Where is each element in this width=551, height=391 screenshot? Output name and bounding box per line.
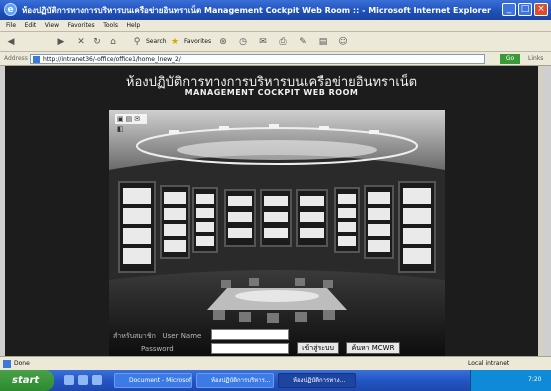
search-icon[interactable]: ⚲	[130, 35, 144, 49]
menu-edit[interactable]: Edit	[25, 20, 37, 32]
menu-bar: File Edit View Favorites Tools Help	[0, 20, 551, 32]
quicklaunch-ie-icon[interactable]	[64, 375, 74, 385]
page-done-icon	[3, 360, 11, 368]
cockpit-room-photo: ▣▤✉◧	[109, 110, 445, 358]
close-button[interactable]: ×	[534, 3, 548, 16]
refresh-icon[interactable]: ↻	[90, 35, 104, 49]
taskbar-item-document[interactable]: Document - Microsof...	[114, 373, 192, 388]
menu-favorites[interactable]: Favorites	[68, 20, 95, 32]
print-icon[interactable]: ⎙	[276, 35, 290, 49]
password-input[interactable]	[211, 343, 289, 354]
member-user-label: สำหรับสมาชิก User Name	[113, 332, 202, 340]
stop-icon[interactable]: ✕	[74, 35, 88, 49]
image-toolbar[interactable]: ▣▤✉◧	[115, 114, 147, 133]
home-icon[interactable]: ⌂	[106, 35, 120, 49]
mail-icon[interactable]: ✉	[256, 35, 270, 49]
menu-view[interactable]: View	[45, 20, 59, 32]
security-zone: Local intranet	[468, 360, 510, 367]
minimize-button[interactable]: _	[502, 3, 516, 16]
edit-icon[interactable]: ✎	[296, 35, 310, 49]
menu-help[interactable]: Help	[127, 20, 141, 32]
media-icon[interactable]: ⊛	[216, 35, 230, 49]
search-label[interactable]: Search	[146, 38, 167, 45]
address-input[interactable]: http://intranet36/-office/office1/home_l…	[30, 54, 485, 64]
favorites-label[interactable]: Favorites	[184, 38, 211, 45]
quicklaunch-media-icon[interactable]	[92, 375, 102, 385]
page-content: ห้องปฏิบัติการทางการบริหารบนเครือข่ายอิน…	[5, 66, 544, 358]
menu-file[interactable]: File	[6, 20, 16, 32]
browser-toolbar: ◀ ▶ ✕ ↻ ⌂ ⚲ Search ★ Favorites ⊛ ◷ ✉ ⎙ ✎…	[0, 32, 551, 52]
vertical-scrollbar[interactable]	[538, 66, 544, 356]
start-button[interactable]: start	[0, 370, 54, 391]
window-title: ห้องปฏิบัติการทางการบริหารบนเครือข่ายอิน…	[22, 6, 491, 15]
forward-icon[interactable]: ▶	[54, 35, 68, 49]
status-text: Done	[14, 360, 30, 367]
search-mcwr-button[interactable]: ค้นหา MCWR	[346, 342, 400, 354]
taskbar: start Document - Microsof... ห้องปฏิบัติ…	[0, 370, 551, 391]
window-title-bar[interactable]: e ห้องปฏิบัติการทางการบริหารบนเครือข่ายอ…	[0, 0, 551, 20]
maximize-button[interactable]: □	[518, 3, 532, 16]
taskbar-item-ie-1[interactable]: ห้องปฏิบัติการบริหาร...	[196, 373, 274, 388]
username-input[interactable]	[211, 329, 289, 340]
taskbar-item-ie-2[interactable]: ห้องปฏิบัติการทาง...	[278, 373, 356, 388]
clock: 7:20	[528, 376, 542, 383]
ie-icon: e	[4, 3, 17, 16]
address-label: Address	[4, 55, 28, 62]
password-label: Password	[141, 345, 174, 353]
login-button[interactable]: เข้าสู่ระบบ	[297, 342, 339, 354]
address-bar: Address http://intranet36/-office/office…	[0, 52, 551, 66]
messenger-icon[interactable]: ☺	[336, 35, 350, 49]
menu-tools[interactable]: Tools	[103, 20, 118, 32]
favorites-icon[interactable]: ★	[168, 35, 182, 49]
back-icon[interactable]: ◀	[4, 35, 18, 49]
page-icon	[33, 56, 40, 63]
quicklaunch-desktop-icon[interactable]	[78, 375, 88, 385]
links-label[interactable]: Links	[528, 55, 543, 62]
go-button[interactable]: Go	[500, 54, 520, 64]
discuss-icon[interactable]: ▤	[316, 35, 330, 49]
history-icon[interactable]: ◷	[236, 35, 250, 49]
english-page-title: MANAGEMENT COCKPIT WEB ROOM	[184, 88, 359, 97]
status-bar: Done Local intranet	[0, 356, 551, 370]
